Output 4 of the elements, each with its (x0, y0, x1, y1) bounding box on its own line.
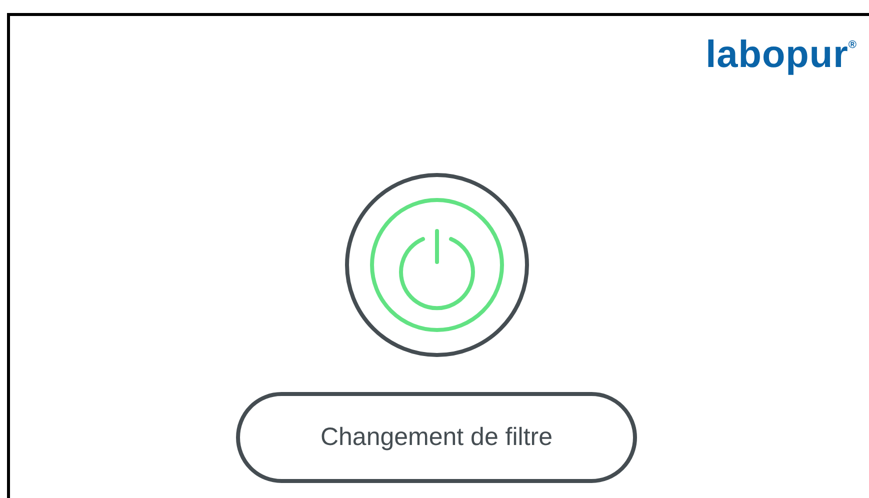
power-icon (342, 171, 530, 359)
change-filter-button[interactable]: Changement de filtre (236, 392, 637, 483)
brand-logo: labopur$^{®}$ (706, 36, 857, 78)
power-button[interactable] (342, 171, 530, 359)
